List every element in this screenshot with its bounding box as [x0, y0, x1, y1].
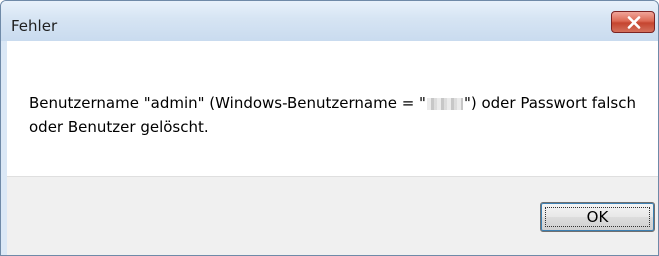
- error-message: Benutzername "admin" (Windows-Benutzerna…: [29, 91, 649, 139]
- redacted-username: [426, 97, 463, 110]
- ok-button[interactable]: OK: [540, 202, 655, 232]
- close-button[interactable]: [611, 11, 655, 33]
- close-icon: [627, 16, 641, 29]
- dialog-footer: OK: [7, 176, 658, 255]
- dialog-content: Benutzername "admin" (Windows-Benutzerna…: [7, 41, 658, 176]
- message-text-start: Benutzername "admin" (Windows-Benutzerna…: [29, 94, 426, 112]
- error-dialog: Fehler Benutzername "admin" (Windows-Ben…: [0, 0, 659, 256]
- title-bar[interactable]: Fehler: [1, 1, 658, 41]
- ok-button-label: OK: [545, 207, 650, 227]
- window-title: Fehler: [11, 17, 58, 35]
